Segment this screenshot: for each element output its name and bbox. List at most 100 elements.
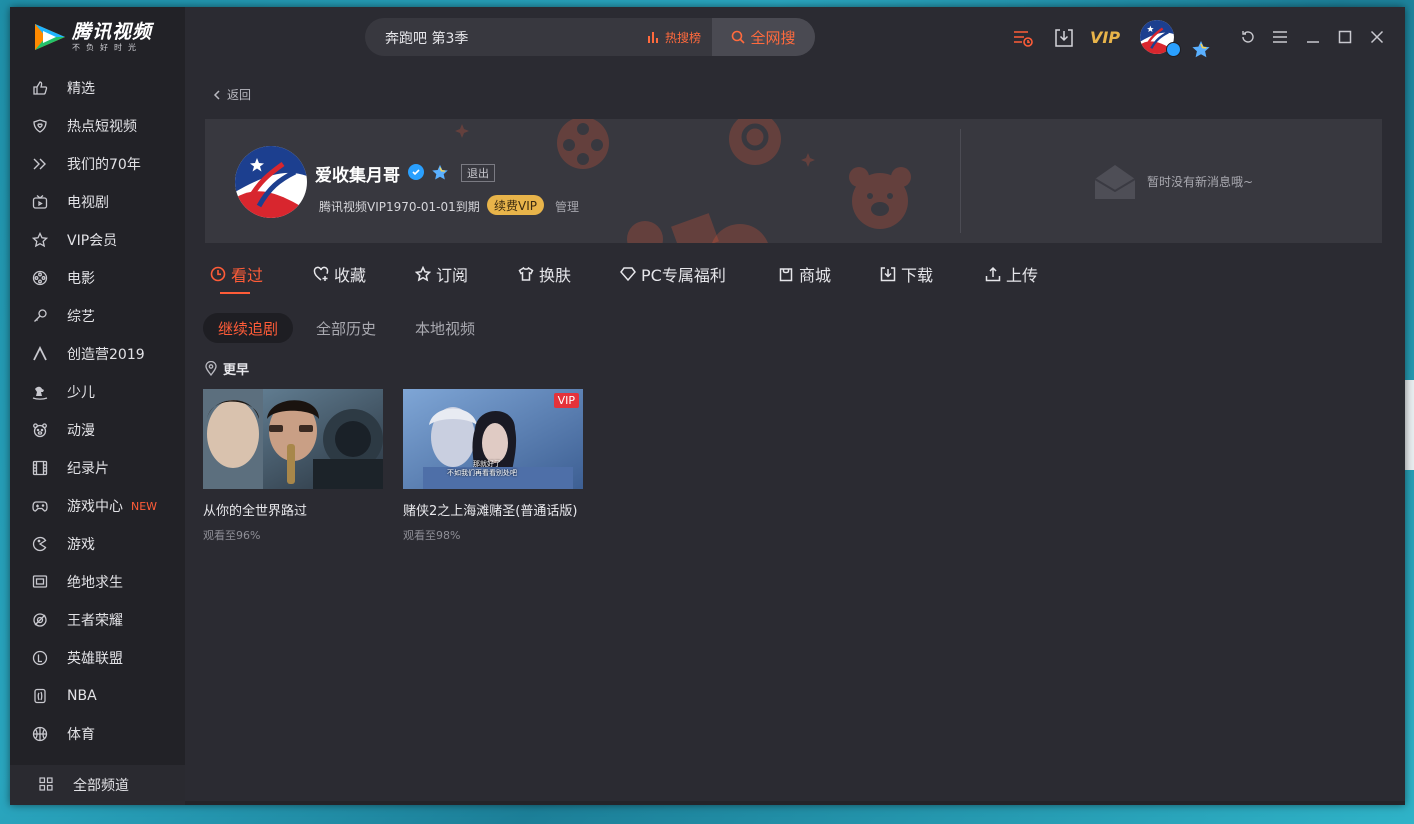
renew-vip-button[interactable]: 续费VIP (487, 195, 544, 215)
shopping-bag-icon (779, 268, 793, 282)
subtab-continue-watching[interactable]: 继续追剧 (203, 313, 294, 343)
chevron-left-icon (213, 89, 220, 100)
video-title[interactable]: 从你的全世界路过 (203, 500, 383, 519)
tab-label: 看过 (231, 266, 264, 285)
search-button[interactable]: 全网搜 (712, 18, 815, 56)
vip-button[interactable]: VIP (1090, 28, 1120, 47)
search-icon (732, 30, 746, 44)
tab-pc-benefits[interactable]: PC专属福利 (620, 261, 726, 287)
playlist-button[interactable] (1012, 27, 1034, 49)
logo-title: 腾讯视频 (72, 21, 153, 43)
tab-favorites[interactable]: 收藏 (313, 261, 366, 287)
sidebar-item-movies[interactable]: 电影 (10, 259, 185, 297)
film-reel-decoration-icon (557, 119, 609, 169)
sidebar-item-variety[interactable]: 综艺 (10, 297, 185, 335)
sidebar-item-sports[interactable]: 体育 (10, 715, 185, 753)
sidebar-item-vip[interactable]: VIP会员 (10, 221, 185, 259)
tab-label: 商城 (799, 266, 832, 285)
heart-shield-icon (32, 118, 48, 134)
subtab-all-history[interactable]: 全部历史 (316, 313, 376, 343)
basketball-icon (32, 726, 48, 742)
active-tab-indicator (220, 292, 250, 294)
manage-link[interactable]: 管理 (555, 198, 579, 215)
download-icon (880, 267, 896, 282)
microphone-icon (32, 308, 48, 324)
tab-downloads[interactable]: 下载 (880, 261, 933, 287)
sidebar-item-label: 少儿 (67, 385, 95, 401)
sidebar-item-label: 王者荣耀 (67, 613, 123, 629)
video-title[interactable]: 赌侠2之上海滩赌圣(普通话版) (403, 500, 583, 519)
sidebar-item-label: 英雄联盟 (67, 651, 123, 667)
watch-progress: 观看至96% (203, 529, 261, 542)
status-strip (185, 801, 1405, 805)
vip-expire-text: 腾讯视频VIP1970-01-01到期 (319, 200, 480, 214)
video-thumbnail[interactable] (203, 389, 383, 489)
sidebar-item-documentary[interactable]: 纪录片 (10, 449, 185, 487)
sidebar-item-anime[interactable]: 动漫 (10, 411, 185, 449)
section-label: 更早 (223, 363, 250, 378)
username: 爱收集月哥 (315, 166, 400, 186)
profile-divider (960, 129, 961, 233)
sidebar-item-pubg[interactable]: 绝地求生 (10, 563, 185, 601)
tv-icon (32, 194, 48, 210)
location-pin-icon (205, 361, 217, 376)
verified-icon (408, 164, 424, 180)
sidebar-item-label: 绝地求生 (67, 575, 123, 591)
sidebar-item-nba[interactable]: NBA (10, 677, 185, 715)
channel-nav: 精选 热点短视频 我们的70年 电视剧 VIP会员 电影 综艺 创造营2019 … (10, 69, 185, 753)
video-card[interactable]: 那就好了 不如我们再看看别处吧 VIP 赌侠2之上海滩赌圣(普通话版) 观看至9… (403, 389, 583, 543)
sidebar-item-label: NBA (67, 688, 97, 704)
close-button[interactable] (1368, 28, 1386, 46)
minimize-button[interactable] (1304, 28, 1322, 46)
sidebar-item-kids[interactable]: 少儿 (10, 373, 185, 411)
tab-label: 订阅 (436, 266, 469, 285)
all-channels-button[interactable]: 全部频道 (10, 765, 185, 805)
tab-skins[interactable]: 换肤 (518, 261, 571, 287)
crate-icon (32, 574, 48, 590)
tab-label: 换肤 (539, 266, 572, 285)
sidebar-item-game-center[interactable]: 游戏中心 NEW (10, 487, 185, 525)
sidebar-item-label: 电视剧 (67, 195, 109, 211)
tab-subscriptions[interactable]: 订阅 (415, 261, 468, 287)
back-button[interactable]: 返回 (213, 86, 251, 103)
vip-badge: VIP (553, 393, 579, 408)
video-card[interactable]: 从你的全世界路过 观看至96% (203, 389, 383, 543)
tab-uploads[interactable]: 上传 (985, 261, 1038, 287)
minimize-icon (1307, 41, 1319, 43)
sidebar-item-label: 游戏中心 (67, 499, 123, 515)
back-label: 返回 (227, 88, 252, 102)
maximize-button[interactable] (1336, 28, 1354, 46)
maximize-icon (1338, 30, 1352, 44)
sidebar-item-featured[interactable]: 精选 (10, 69, 185, 107)
sidebar-item-produce[interactable]: 创造营2019 (10, 335, 185, 373)
pacman-icon (32, 536, 48, 552)
hot-search-button[interactable]: 热搜榜 (647, 18, 701, 56)
close-icon (1370, 30, 1384, 44)
star-outline-icon (32, 232, 48, 248)
thumbs-up-icon (32, 80, 48, 96)
app-logo[interactable]: 腾讯视频 不负好时光 (32, 21, 152, 53)
hot-search-label: 热搜榜 (665, 30, 702, 45)
hamburger-icon (1273, 31, 1287, 43)
menu-button[interactable] (1271, 28, 1289, 46)
subtab-local-videos[interactable]: 本地视频 (415, 313, 475, 343)
search-input[interactable] (365, 18, 677, 56)
refresh-button[interactable] (1239, 28, 1257, 46)
tab-watched[interactable]: 看过 (210, 261, 263, 287)
sidebar-item-hot-shorts[interactable]: 热点短视频 (10, 107, 185, 145)
tab-mall[interactable]: 商城 (778, 261, 831, 287)
sidebar-item-70-years[interactable]: 我们的70年 (10, 145, 185, 183)
sidebar-item-honor-of-kings[interactable]: 王者荣耀 (10, 601, 185, 639)
video-thumbnail[interactable]: 那就好了 不如我们再看看别处吧 VIP (403, 389, 583, 489)
profile-avatar[interactable] (235, 146, 307, 218)
new-badge: NEW (131, 499, 158, 513)
sidebar-item-games[interactable]: 游戏 (10, 525, 185, 563)
section-header: 更早 (205, 359, 249, 378)
sidebar-item-label: 动漫 (67, 423, 95, 439)
download-manager-button[interactable] (1053, 27, 1075, 49)
tab-label: 下载 (901, 266, 934, 285)
logout-button[interactable]: 退出 (461, 164, 495, 182)
sidebar-item-label: 精选 (67, 81, 95, 97)
sidebar-item-tv-series[interactable]: 电视剧 (10, 183, 185, 221)
sidebar-item-lol[interactable]: 英雄联盟 (10, 639, 185, 677)
